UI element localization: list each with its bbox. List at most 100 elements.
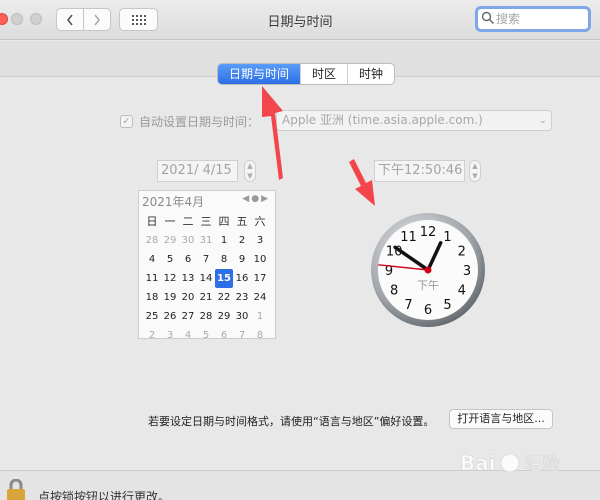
calendar-day[interactable]: 28 <box>197 307 215 326</box>
calendar-day[interactable]: 3 <box>251 231 269 250</box>
analog-clock: 12 1234567891011 下午 <box>371 213 485 327</box>
calendar-weekday-row: 日一二三四五六 <box>143 213 269 229</box>
calendar-day[interactable]: 29 <box>215 307 233 326</box>
calendar-day[interactable]: 5 <box>161 250 179 269</box>
calendar-day[interactable]: 3 <box>161 326 179 345</box>
search-input[interactable] <box>496 10 586 28</box>
tab-time-zone[interactable]: 时区 <box>300 64 347 84</box>
clock-number: 12 <box>420 225 437 240</box>
calendar-nav: ◀●▶ <box>242 194 270 204</box>
baidu-watermark-logo: Bai 经验 <box>460 451 561 476</box>
red-arrow-up-icon <box>262 86 283 180</box>
time-server-select[interactable]: Apple 亚洲 (time.asia.apple.com.) ⌄ <box>276 110 552 131</box>
title-bar: 日期与时间 <box>0 0 600 40</box>
calendar-day[interactable]: 18 <box>143 288 161 307</box>
calendar-day[interactable]: 26 <box>161 307 179 326</box>
calendar-day[interactable]: 23 <box>233 288 251 307</box>
clock-number: 8 <box>390 284 398 299</box>
clock-number: 6 <box>424 303 432 318</box>
stepper-arrows-icon: ▲ ▼ <box>247 162 253 180</box>
calendar-day[interactable]: 1 <box>251 307 269 326</box>
red-arrow-down-icon <box>349 159 375 206</box>
calendar-weekday: 二 <box>182 215 194 228</box>
calendar-day[interactable]: 10 <box>251 250 269 269</box>
calendar-day[interactable]: 27 <box>179 307 197 326</box>
time-server-value: Apple 亚洲 (time.asia.apple.com.) <box>282 113 483 127</box>
calendar-day[interactable]: 4 <box>143 250 161 269</box>
calendar-day[interactable]: 17 <box>251 269 269 288</box>
calendar-day[interactable]: 2 <box>143 326 161 345</box>
calendar-day[interactable]: 8 <box>251 326 269 345</box>
calendar-weekday: 五 <box>236 215 248 228</box>
calendar-day[interactable]: 25 <box>143 307 161 326</box>
calendar-day[interactable]: 7 <box>233 326 251 345</box>
tab-bar: 日期与时间 时区 时钟 <box>217 63 396 85</box>
clock-period-label: 下午 <box>417 279 439 292</box>
clock-number: 11 <box>400 230 417 245</box>
lock-label: 点按锁按钮以进行更改。 <box>38 490 171 500</box>
format-note: 若要设定日期与时间格式，请使用“语言与地区”偏好设置。 <box>148 415 435 428</box>
time-field[interactable]: 下午12:50:46 <box>374 160 465 182</box>
lock-icon[interactable] <box>3 479 29 500</box>
calendar-weekday: 六 <box>254 215 266 228</box>
calendar-day[interactable]: 21 <box>197 288 215 307</box>
calendar-day[interactable]: 6 <box>179 250 197 269</box>
calendar-day[interactable]: 15 <box>215 269 233 288</box>
svg-text:Bai: Bai <box>460 451 496 475</box>
time-stepper[interactable]: ▲ ▼ <box>469 160 481 182</box>
calendar-day[interactable]: 14 <box>197 269 215 288</box>
search-icon <box>481 11 495 25</box>
calendar-day[interactable]: 19 <box>161 288 179 307</box>
tab-clock[interactable]: 时钟 <box>347 64 394 84</box>
calendar-day[interactable]: 20 <box>179 288 197 307</box>
clock-number: 4 <box>458 284 466 299</box>
calendar-day[interactable]: 24 <box>251 288 269 307</box>
date-field[interactable]: 2021/ 4/15 <box>157 160 238 182</box>
calendar-day[interactable]: 16 <box>233 269 251 288</box>
clock-center-cap <box>424 266 432 274</box>
calendar-month-label: 2021年4月 <box>142 195 205 209</box>
calendar-today-icon[interactable]: ● <box>251 194 261 204</box>
calendar-day[interactable]: 1 <box>215 231 233 250</box>
calendar-weekday: 日 <box>146 215 158 228</box>
calendar-day[interactable]: 12 <box>161 269 179 288</box>
stepper-arrows-icon: ▲ ▼ <box>472 162 478 180</box>
date-stepper[interactable]: ▲ ▼ <box>244 160 256 182</box>
calendar-day[interactable]: 6 <box>215 326 233 345</box>
chevron-down-icon: ⌄ <box>538 115 547 126</box>
clock-number: 1 <box>443 230 451 245</box>
calendar-next-icon[interactable]: ▶ <box>261 194 270 204</box>
calendar-day[interactable]: 31 <box>197 231 215 250</box>
clock-number: 7 <box>404 298 412 313</box>
calendar-day[interactable]: 30 <box>233 307 251 326</box>
clock-number: 5 <box>443 298 451 313</box>
calendar-day[interactable]: 2 <box>233 231 251 250</box>
clock-number: 2 <box>458 245 466 260</box>
checkmark-icon: ✓ <box>122 115 131 127</box>
tab-date-time[interactable]: 日期与时间 <box>218 64 301 84</box>
auto-set-label: 自动设置日期与时间： <box>139 114 260 129</box>
auto-set-row: ✓ 自动设置日期与时间： <box>120 111 259 131</box>
calendar-day[interactable]: 5 <box>197 326 215 345</box>
calendar-weekday: 四 <box>218 215 230 228</box>
calendar-day[interactable]: 4 <box>179 326 197 345</box>
calendar-day[interactable]: 30 <box>179 231 197 250</box>
calendar-day[interactable]: 29 <box>161 231 179 250</box>
calendar-day[interactable]: 9 <box>233 250 251 269</box>
calendar: 2021年4月 ◀●▶ 日一二三四五六 28 29 30 31 1 2 3 4 5 6 7 8 9 10 1… <box>138 190 276 341</box>
calendar-weekday: 一 <box>164 215 176 228</box>
calendar-day[interactable]: 28 <box>143 231 161 250</box>
open-language-region-button[interactable]: 打开语言与地区... <box>449 409 553 429</box>
calendar-day[interactable]: 11 <box>143 269 161 288</box>
calendar-day[interactable]: 22 <box>215 288 233 307</box>
auto-set-checkbox[interactable]: ✓ <box>120 114 133 128</box>
calendar-day[interactable]: 13 <box>179 269 197 288</box>
clock-number: 3 <box>463 264 471 279</box>
calendar-prev-icon[interactable]: ◀ <box>242 194 251 204</box>
svg-text:经验: 经验 <box>524 454 560 475</box>
calendar-day-grid: 28 29 30 31 1 2 3 4 5 6 7 8 9 10 11 12 13 14 15 16 17 18 19 20 2… <box>143 231 269 345</box>
calendar-weekday: 三 <box>200 215 212 228</box>
search-box[interactable] <box>475 6 591 32</box>
calendar-day[interactable]: 8 <box>215 250 233 269</box>
calendar-day[interactable]: 7 <box>197 250 215 269</box>
